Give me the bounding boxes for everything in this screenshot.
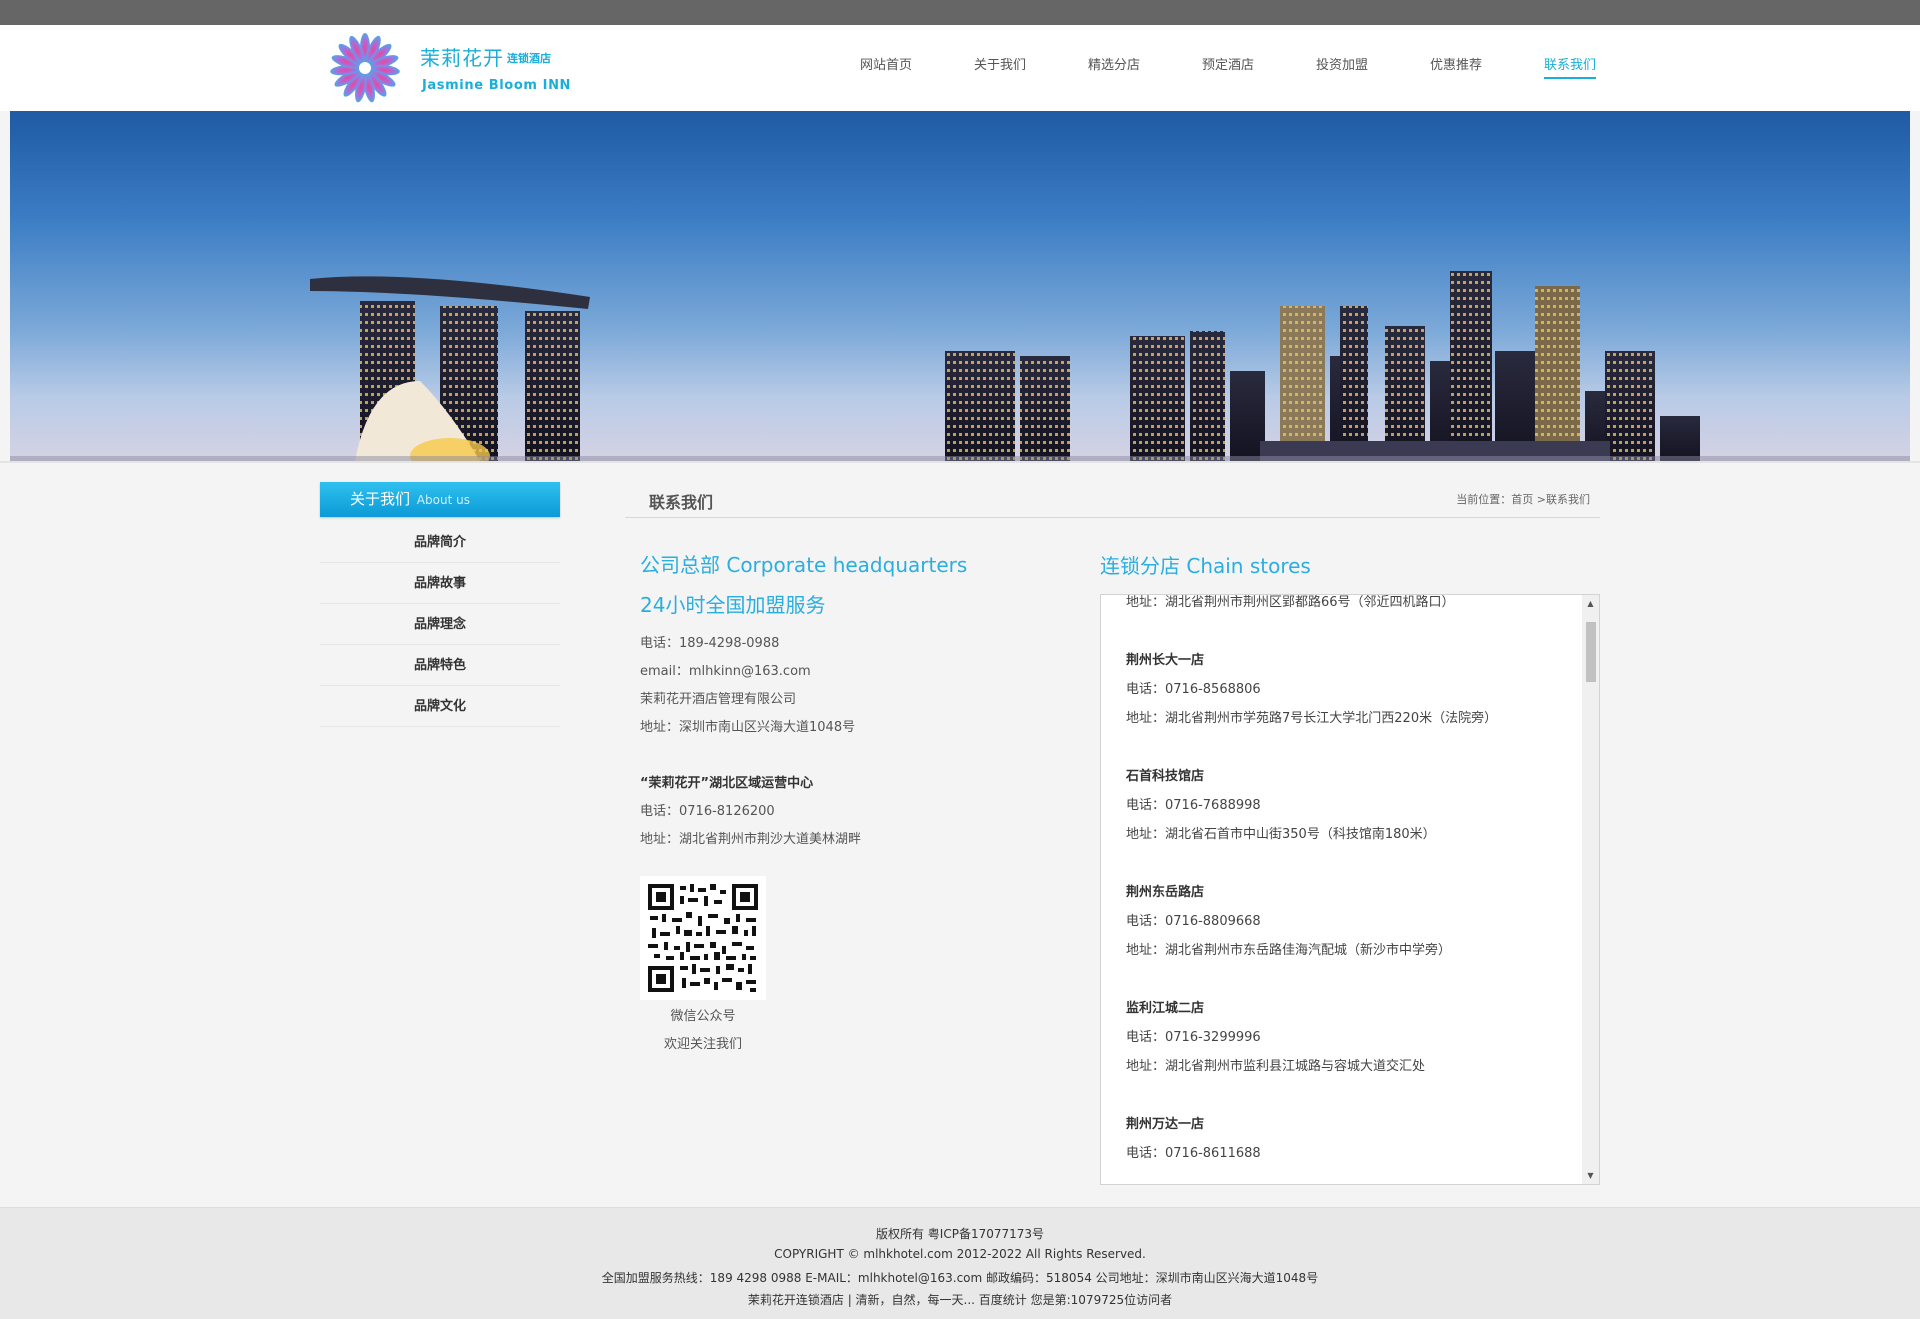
qr-caption-wechat: 微信公众号 [670, 1009, 736, 1024]
regional-center-phone: 电话：0716-8126200 [640, 804, 775, 819]
store-address [1126, 1168, 1566, 1184]
scroll-up-arrow-icon[interactable]: ▲ [1582, 595, 1599, 612]
hq-service: 24小时全国加盟服务 [640, 593, 826, 617]
brand-name-en: Jasmine Bloom INN [422, 78, 572, 93]
store-address: 地址：湖北省石首市中山街350号（科技馆南180米） [1126, 827, 1436, 842]
store-name: 监利江城二店 [1126, 1001, 1205, 1016]
scroll-down-arrow-icon[interactable]: ▼ [1582, 1167, 1599, 1184]
hq-title: 公司总部 Corporate headquarters [640, 553, 968, 577]
city-skyline-illustration [10, 271, 1910, 461]
store-item: 石首科技馆店 电话：0716-7688998 地址：湖北省石首市中山街350号（… [1126, 762, 1566, 849]
store-partial: 地址：湖北省荆州市荆州区郢都路66号（邻近四机路口） [1126, 595, 1566, 617]
qr-code-icon [646, 882, 760, 994]
hq-email: email：mlhkinn@163.com [640, 664, 811, 679]
nav-contact[interactable]: 联系我们 [1544, 56, 1658, 80]
hq-company: 茉莉花开酒店管理有限公司 [640, 692, 797, 707]
main-nav: 网站首页 关于我们 精选分店 预定酒店 投资加盟 优惠推荐 联系我们 [860, 56, 1658, 80]
nav-home[interactable]: 网站首页 [860, 56, 974, 80]
store-name: 荆州长大一店 [1126, 653, 1205, 668]
flower-logo-icon [330, 33, 400, 103]
wechat-qr-code [640, 876, 766, 1000]
banner-divider [0, 461, 1920, 463]
chain-stores-list[interactable]: 地址：湖北省荆州市荆州区郢都路66号（邻近四机路口） 荆州长大一店 电话：071… [1100, 594, 1600, 1185]
page-title: 联系我们 [649, 493, 714, 512]
headquarters-info: 公司总部 Corporate headquarters 24小时全国加盟服务 电… [640, 550, 1040, 854]
qr-caption-follow: 欢迎关注我们 [663, 1037, 742, 1052]
sidebar-item-brand-features[interactable]: 品牌特色 [320, 645, 560, 686]
footer-copyright-icp: 版权所有 粤ICP备17077173号 [875, 1227, 1045, 1241]
sidebar-title: 关于我们 [350, 490, 411, 508]
brand-name: 茉莉花开 [420, 46, 504, 70]
sidebar-header: 关于我们 About us [320, 482, 560, 517]
nav-about[interactable]: 关于我们 [974, 56, 1088, 80]
store-address: 地址：湖北省荆州市东岳路佳海汽配城（新沙市中学旁） [1126, 943, 1452, 958]
hero-banner [10, 111, 1910, 461]
chain-stores-title: 连锁分店 Chain stores [1100, 554, 1311, 578]
store-item: 监利江城二店 电话：0716-3299996 地址：湖北省荆州市监利县江城路与容… [1126, 994, 1566, 1081]
store-phone: 电话：0716-8611688 [1126, 1146, 1261, 1161]
breadcrumb: 当前位置：首页 >联系我们 [1456, 493, 1590, 506]
regional-center-name: “茉莉花开”湖北区域运营中心 [640, 776, 814, 791]
footer-copyright: COPYRIGHT © mlhkhotel.com 2012-2022 All … [774, 1247, 1146, 1261]
sidebar-title-en: About us [416, 493, 470, 507]
store-name: 石首科技馆店 [1126, 769, 1205, 784]
nav-promotions[interactable]: 优惠推荐 [1430, 56, 1544, 80]
hq-phone: 电话：189-4298-0988 [640, 636, 780, 651]
chain-list-scrollbar[interactable]: ▲ ▼ [1582, 595, 1599, 1184]
scroll-thumb[interactable] [1586, 622, 1596, 682]
hq-address: 地址：深圳市南山区兴海大道1048号 [640, 720, 856, 735]
store-address: 地址：湖北省荆州市荆州区郢都路66号（邻近四机路口） [1126, 595, 1455, 610]
store-phone: 电话：0716-7688998 [1126, 798, 1261, 813]
sidebar-item-brand-intro[interactable]: 品牌简介 [320, 522, 560, 563]
site-header: 茉莉花开 连锁酒店 Jasmine Bloom INN 网站首页 关于我们 精选… [0, 25, 1920, 111]
footer-contact: 全国加盟服务热线：189 4298 0988 E-MAIL：mlhkhotel@… [601, 1271, 1319, 1285]
nav-booking[interactable]: 预定酒店 [1202, 56, 1316, 80]
store-name: 荆州东岳路店 [1126, 885, 1205, 900]
store-name: 荆州万达一店 [1126, 1117, 1205, 1132]
store-phone: 电话：0716-3299996 [1126, 1030, 1261, 1045]
store-address: 地址：湖北省荆州市学苑路7号长江大学北门西220米（法院旁） [1126, 711, 1498, 726]
regional-center-address: 地址：湖北省荆州市荆沙大道美林湖畔 [640, 832, 862, 847]
logo[interactable]: 茉莉花开 连锁酒店 Jasmine Bloom INN [325, 32, 570, 104]
sidebar-menu: 品牌简介 品牌故事 品牌理念 品牌特色 品牌文化 [320, 522, 560, 727]
site-footer: 版权所有 粤ICP备17077173号 COPYRIGHT © mlhkhote… [0, 1207, 1920, 1319]
store-item: 荆州长大一店 电话：0716-8568806 地址：湖北省荆州市学苑路7号长江大… [1126, 646, 1566, 733]
store-item: 荆州万达一店 电话：0716-8611688 [1126, 1110, 1566, 1184]
store-item: 荆州东岳路店 电话：0716-8809668 地址：湖北省荆州市东岳路佳海汽配城… [1126, 878, 1566, 965]
store-phone: 电话：0716-8568806 [1126, 682, 1261, 697]
sidebar-item-brand-culture[interactable]: 品牌文化 [320, 686, 560, 727]
top-bar [0, 0, 1920, 25]
store-phone: 电话：0716-8809668 [1126, 914, 1261, 929]
sidebar-item-brand-concept[interactable]: 品牌理念 [320, 604, 560, 645]
store-address: 地址：湖北省荆州市监利县江城路与容城大道交汇处 [1126, 1059, 1426, 1074]
footer-slogan: 茉莉花开连锁酒店 | 清新，自然，每一天... 百度统计 您是第:1079725… [747, 1293, 1173, 1307]
brand-subtitle: 连锁酒店 [507, 52, 551, 65]
nav-stores[interactable]: 精选分店 [1088, 56, 1202, 80]
sidebar-item-brand-story[interactable]: 品牌故事 [320, 563, 560, 604]
sidebar: 关于我们 About us 品牌简介 品牌故事 品牌理念 品牌特色 品牌文化 [320, 482, 560, 727]
nav-franchise[interactable]: 投资加盟 [1316, 56, 1430, 80]
content-header: 联系我们 当前位置：首页 >联系我们 [625, 485, 1600, 518]
